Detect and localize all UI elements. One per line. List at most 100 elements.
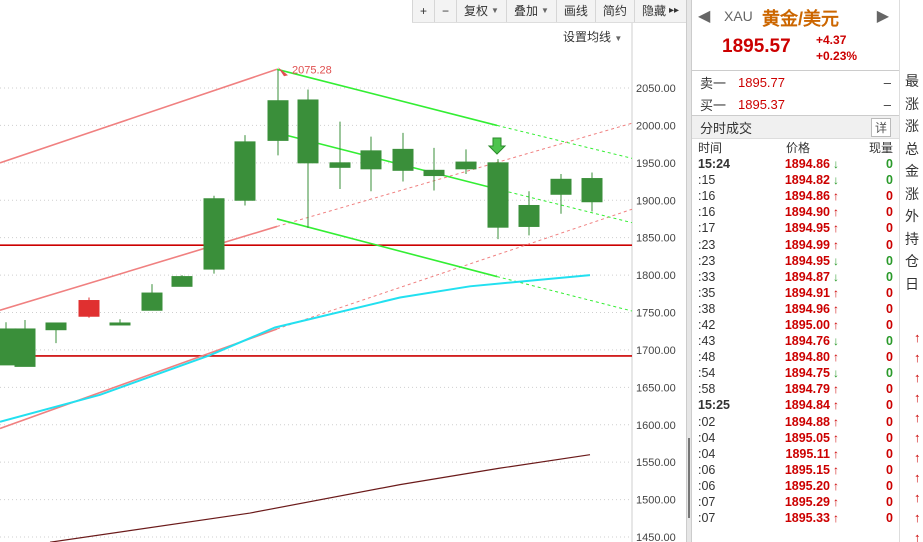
kline-chart[interactable]: 2050.00 2000.00 1950.00 1900.00 1850.00 1800.…: [0, 0, 686, 542]
col-price: 价格: [785, 141, 810, 155]
tick-time: :16: [698, 189, 716, 204]
tick-price: 1894.95: [784, 253, 830, 268]
adjust-button[interactable]: 复权 ▼: [456, 0, 506, 22]
detail-button[interactable]: 详: [870, 117, 891, 137]
zoom-out-label: −: [442, 4, 450, 18]
overlay-label: 叠加: [513, 4, 538, 18]
chevron-down-icon: ▼: [491, 6, 499, 15]
draw-line-button[interactable]: 画线: [555, 0, 595, 22]
arrow-down-icon: ↓: [833, 334, 839, 349]
tick-volume: 0: [886, 511, 893, 526]
price-change: +4.37 +0.23%: [816, 32, 857, 64]
zoom-in-label: +: [420, 4, 428, 18]
tick-row: :42 1895.00 ↑ 0: [692, 317, 899, 333]
arrow-down-icon: ↓: [833, 366, 839, 381]
quote-panel: ◀ XAU 黄金/美元 ▶ 1895.57 +4.37 +0.23% 卖一 18…: [692, 0, 900, 542]
next-symbol-icon[interactable]: ▶: [877, 6, 889, 26]
kline-svg[interactable]: 2050.00 2000.00 1950.00 1900.00 1850.00 1800.…: [0, 0, 686, 542]
chevron-down-icon: ▼: [614, 34, 623, 43]
info-label: 持: [905, 230, 919, 247]
overlay-button[interactable]: 叠加 ▼: [505, 0, 556, 22]
y-tick-label: 1700.00: [636, 345, 676, 357]
info-labels: 最涨涨总金涨外持仓日: [900, 70, 923, 295]
zoom-out-button[interactable]: −: [434, 0, 456, 22]
arrow-up-icon: ↑: [833, 221, 839, 236]
tick-price: 1894.90: [784, 205, 830, 220]
arrow-down-icon: ↓: [833, 157, 839, 172]
y-tick-label: 1850.00: [636, 233, 676, 245]
tick-time: :35: [698, 285, 716, 300]
hide-button[interactable]: 隐藏 ▸▸: [633, 0, 686, 22]
arrow-down-icon: ↓: [833, 269, 839, 284]
zoom-in-button[interactable]: +: [412, 0, 434, 22]
tick-time: :02: [698, 414, 716, 429]
y-tick-label: 1600.00: [636, 420, 676, 432]
tick-time: :07: [698, 511, 716, 526]
tick-row: :48 1894.80 ↑ 0: [692, 349, 899, 365]
splitter-scroll-thumb[interactable]: [688, 438, 690, 518]
tick-time: :38: [698, 301, 716, 316]
hide-label: 隐藏: [641, 4, 666, 18]
arrow-up-icon: ↑: [914, 470, 921, 485]
bid-ask-table: 卖一 1895.77 – 买一 1895.37 –: [692, 71, 899, 116]
tick-price: 1894.96: [784, 301, 830, 316]
y-tick-label: 1900.00: [636, 195, 676, 207]
tick-price: 1895.00: [784, 317, 830, 332]
tick-volume: 0: [886, 173, 893, 188]
tick-volume: 0: [886, 495, 893, 510]
tick-row: :16 1894.86 ↑ 0: [692, 188, 899, 204]
tick-row: :23 1894.99 ↑ 0: [692, 236, 899, 252]
candle-body: [329, 162, 351, 168]
tick-price: 1894.95: [784, 221, 830, 236]
tick-time: :06: [698, 478, 716, 493]
tick-time: :23: [698, 237, 716, 252]
candle-body: [234, 141, 256, 201]
arrow-up-icon: ↑: [833, 414, 839, 429]
ask-quantity: –: [883, 74, 891, 90]
tick-time: :58: [698, 382, 716, 397]
tick-price: 1895.33: [784, 511, 830, 526]
tick-price: 1894.87: [784, 269, 830, 284]
tick-row: :04 1895.11 ↑ 0: [692, 446, 899, 462]
tick-volume: 0: [886, 414, 893, 429]
ask-price: 1895.77: [738, 74, 785, 90]
info-label: 金: [905, 163, 919, 179]
moving-average-line: [0, 274, 591, 423]
simplify-button[interactable]: 简约: [594, 0, 634, 22]
arrow-up-icon: ↑: [833, 285, 839, 300]
tick-volume: 0: [886, 301, 893, 316]
y-tick-label: 1550.00: [636, 457, 676, 469]
tick-row: :43 1894.76 ↓ 0: [692, 333, 899, 349]
ma-setting-dropdown[interactable]: 设置均线 ▼: [563, 28, 622, 45]
arrow-up-icon: ↑: [833, 317, 839, 332]
info-arrows: ↑ ↑ ↑ ↑ ↑ ↑ ↑ ↑ ↑ ↑ ↑: [900, 328, 921, 542]
candle-body: [171, 276, 193, 287]
candle-body: [14, 328, 36, 367]
tick-volume: 0: [886, 446, 893, 461]
tick-row: :06 1895.15 ↑ 0: [692, 462, 899, 478]
prev-symbol-icon[interactable]: ◀: [698, 6, 710, 26]
tick-time: :15: [698, 173, 716, 188]
tick-volume: 0: [886, 317, 893, 332]
double-chevron-right-icon: ▸▸: [668, 5, 679, 16]
arrow-up-icon: ↑: [914, 530, 921, 542]
arrow-up-icon: ↑: [833, 350, 839, 365]
arrow-up-icon: ↑: [833, 446, 839, 461]
arrow-up-icon: ↑: [833, 398, 839, 413]
arrow-up-icon: ↑: [833, 511, 839, 526]
tick-volume: 0: [886, 269, 893, 284]
arrow-up-icon: ↑: [833, 301, 839, 316]
arrow-up-icon: ↑: [914, 430, 921, 445]
y-tick-label: 2000.00: [636, 120, 676, 132]
tick-price: 1894.75: [784, 366, 830, 381]
tick-volume: 0: [886, 157, 893, 172]
arrow-up-icon: ↑: [833, 237, 839, 252]
tick-time: :17: [698, 221, 716, 236]
arrow-up-icon: ↑: [914, 370, 921, 385]
last-price: 1895.57: [722, 36, 791, 57]
candle-body: [109, 322, 131, 326]
ticks-list[interactable]: 15:24 1894.86 ↓ 0:15 1894.82 ↓ 0:16 1894.86 ↑ 0:1…: [692, 156, 899, 526]
tick-volume: 0: [886, 462, 893, 477]
tick-time: :04: [698, 446, 716, 461]
tick-price: 1895.11: [785, 446, 831, 461]
